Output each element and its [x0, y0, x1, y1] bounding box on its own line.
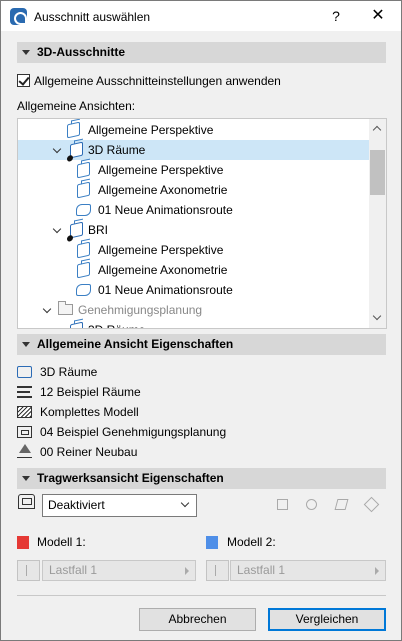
model1-selector-button[interactable]: [17, 560, 40, 581]
support-icon: [303, 496, 321, 514]
arrow-icon: [215, 565, 220, 576]
tree-item[interactable]: Allgemeine Axonometrie: [18, 260, 370, 280]
scroll-down-icon[interactable]: [372, 311, 382, 321]
tree-item[interactable]: 01 Neue Animationsroute: [18, 280, 370, 300]
tree-item[interactable]: Allgemeine Perspektive: [18, 120, 370, 140]
chevron-down-icon: [180, 498, 190, 508]
scroll-up-icon[interactable]: [372, 125, 382, 135]
compare-button[interactable]: Vergleichen: [268, 608, 386, 631]
loadcase-value: Lastfall 1: [49, 563, 98, 577]
section-title: Allgemeine Ansicht Eigenschaften: [37, 337, 234, 351]
folder-icon: [58, 301, 73, 315]
animation-route-icon: [76, 284, 91, 296]
divider: [17, 595, 386, 596]
tree-item[interactable]: Genehmigungsplanung: [18, 300, 370, 320]
renovation-filter-icon: [17, 444, 32, 458]
cube-icon: [67, 221, 83, 243]
model2-selector-button[interactable]: [206, 560, 229, 581]
structural-analytical-icon: [18, 494, 35, 509]
animation-route-icon: [76, 204, 91, 216]
model2-label: Modell 2:: [227, 535, 276, 549]
model-view-icon: [17, 406, 32, 418]
tree-item[interactable]: Allgemeine Perspektive: [18, 160, 370, 180]
loadcase-value: Lastfall 1: [237, 563, 286, 577]
model2-color-swatch: [206, 536, 218, 549]
layer-combination-icon: [17, 386, 32, 398]
section-title: 3D-Ausschnitte: [37, 45, 126, 59]
title-bar: Ausschnitt auswählen ? ✕: [1, 1, 401, 31]
analytical-member-icon: [274, 496, 292, 514]
cube-icon: [77, 161, 90, 179]
collapse-triangle-icon: [22, 476, 30, 481]
section-header-general-view-properties[interactable]: Allgemeine Ansicht Eigenschaften: [17, 334, 386, 355]
triangle-right-icon: [185, 567, 189, 575]
collapse-triangle-icon: [22, 342, 30, 347]
tree-item[interactable]: Allgemeine Axonometrie: [18, 180, 370, 200]
model1-loadcase-select[interactable]: Lastfall 1: [42, 560, 196, 581]
triangle-right-icon: [375, 567, 379, 575]
chevron-down-icon[interactable]: [42, 304, 52, 314]
section-title: Tragwerksansicht Eigenschaften: [37, 471, 224, 485]
tree-item[interactable]: 3D Räume: [18, 140, 370, 163]
dialog-title: Ausschnitt auswählen: [34, 10, 151, 24]
3d-view-icon: [17, 366, 32, 378]
dropdown-value: Deaktiviert: [48, 498, 105, 512]
cube-icon: [77, 261, 90, 279]
help-button[interactable]: ?: [321, 4, 351, 28]
views-tree[interactable]: Allgemeine Perspektive 3D Räume Allgemei…: [17, 118, 387, 329]
graphic-override-icon: [17, 426, 32, 438]
archicad-app-icon: [10, 8, 27, 25]
model1-label: Modell 1:: [37, 535, 86, 549]
cancel-button[interactable]: Abbrechen: [139, 608, 256, 631]
select-view-dialog: Ausschnitt auswählen ? ✕ 3D-Ausschnitte …: [0, 0, 402, 641]
apply-general-settings-checkbox[interactable]: [17, 74, 30, 87]
model1-color-swatch: [17, 536, 29, 549]
chevron-down-icon[interactable]: [52, 144, 62, 154]
collapse-triangle-icon: [22, 50, 30, 55]
cube-icon: [70, 321, 83, 328]
section-header-3d-views[interactable]: 3D-Ausschnitte: [17, 42, 386, 63]
close-button[interactable]: ✕: [363, 4, 393, 28]
tree-item[interactable]: 3D Räume: [18, 320, 370, 328]
tree-item[interactable]: Allgemeine Perspektive: [18, 240, 370, 260]
structural-mode-dropdown[interactable]: Deaktiviert: [42, 494, 197, 517]
cube-icon: [77, 241, 90, 259]
node-icon: [363, 496, 381, 514]
tree-item[interactable]: BRI: [18, 220, 370, 243]
load-icon: [333, 496, 351, 514]
model2-loadcase-select[interactable]: Lastfall 1: [230, 560, 386, 581]
cube-icon: [67, 121, 80, 139]
general-views-label: Allgemeine Ansichten:: [17, 99, 136, 113]
scroll-thumb[interactable]: [370, 150, 385, 195]
cube-icon: [67, 141, 83, 163]
section-header-structural-view-properties[interactable]: Tragwerksansicht Eigenschaften: [17, 468, 386, 489]
apply-general-settings-label[interactable]: Allgemeine Ausschnitteinstellungen anwen…: [34, 74, 281, 88]
tree-scrollbar[interactable]: [369, 119, 386, 328]
cube-icon: [77, 181, 90, 199]
tree-item[interactable]: 01 Neue Animationsroute: [18, 200, 370, 220]
arrow-icon: [26, 565, 31, 576]
chevron-down-icon[interactable]: [52, 224, 62, 234]
chevron-down-icon[interactable]: [52, 324, 62, 328]
